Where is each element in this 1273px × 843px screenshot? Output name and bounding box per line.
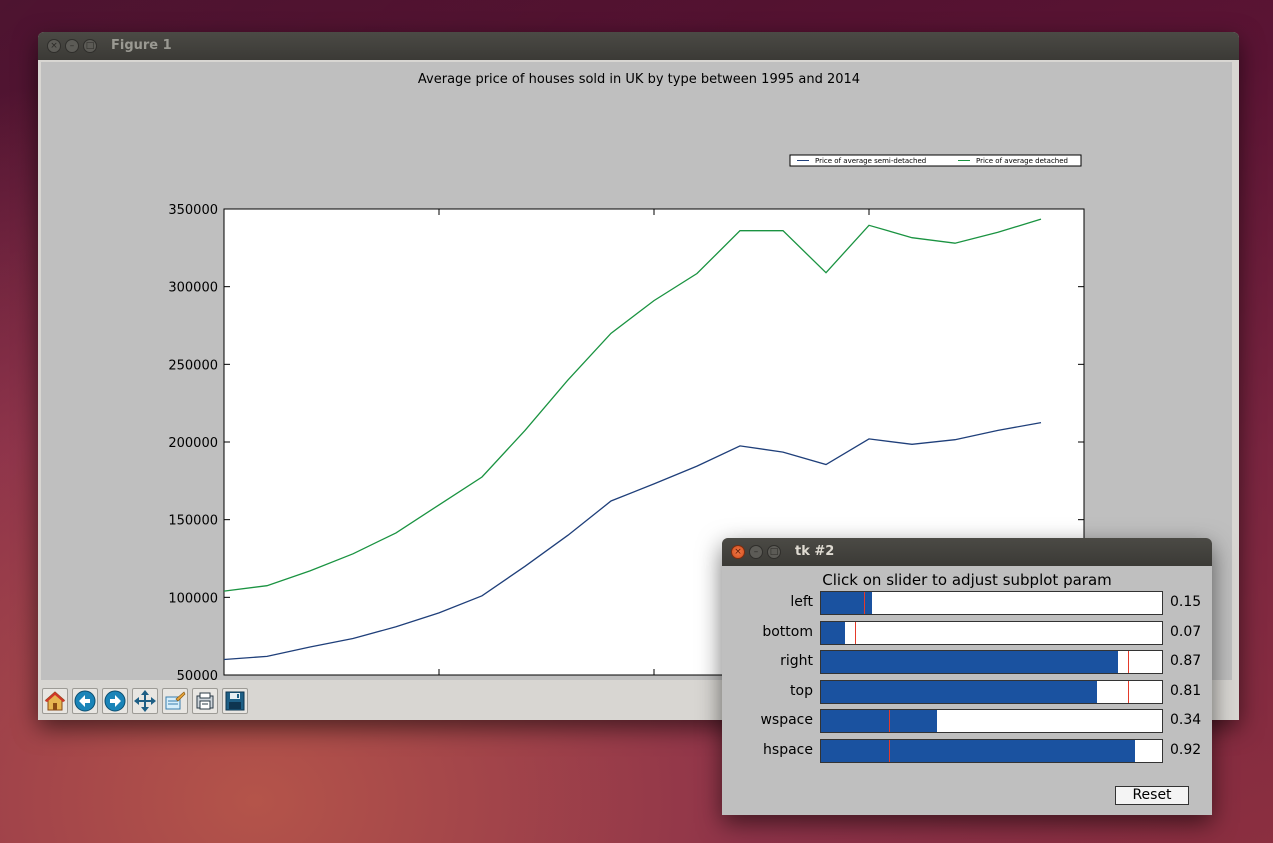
- figure-window-title: Figure 1: [111, 38, 172, 53]
- slider-label: top: [790, 682, 813, 699]
- arrow-right-icon: [104, 690, 126, 712]
- slider-value: 0.15: [1170, 594, 1202, 610]
- subplots-icon: [196, 692, 214, 710]
- slider-top[interactable]: [820, 679, 1163, 704]
- slider-left[interactable]: [820, 591, 1163, 615]
- y-tick-label: 150000: [168, 514, 218, 529]
- slider-right[interactable]: [820, 650, 1163, 674]
- slider-initial-marker: [889, 739, 891, 762]
- slider-label: hspace: [763, 741, 813, 758]
- slider-fill: [821, 680, 1098, 703]
- slider-label: left: [790, 594, 813, 610]
- y-tick-label: 350000: [168, 203, 218, 218]
- forward-button[interactable]: [102, 688, 128, 714]
- slider-row-left: left 0.15: [725, 591, 1209, 615]
- maximize-window-icon[interactable]: □: [767, 545, 781, 559]
- slider-initial-marker: [1127, 651, 1129, 673]
- slider-value: 0.92: [1170, 741, 1202, 758]
- slider-row-top: top 0.81: [725, 679, 1209, 704]
- save-button[interactable]: [222, 688, 248, 714]
- y-tick-label: 100000: [168, 591, 218, 606]
- slider-wspace[interactable]: [820, 709, 1163, 733]
- slider-value: 0.07: [1170, 623, 1202, 640]
- subplot-tool-window: × – □ tk #2 Click on slider to adjust su…: [722, 538, 1212, 815]
- slider-initial-marker: [889, 710, 891, 732]
- reset-button[interactable]: Reset: [1115, 786, 1189, 805]
- slider-hspace[interactable]: [820, 738, 1163, 763]
- slider-label: bottom: [762, 623, 813, 640]
- y-tick-label: 50000: [177, 669, 218, 680]
- slider-fill: [821, 651, 1118, 673]
- slider-value: 0.34: [1170, 712, 1202, 728]
- slider-bottom[interactable]: [820, 620, 1163, 645]
- slider-initial-marker: [863, 592, 865, 614]
- arrow-left-icon: [74, 690, 96, 712]
- slider-row-bottom: bottom 0.07: [725, 620, 1209, 645]
- slider-initial-marker: [855, 621, 857, 644]
- minimize-window-icon[interactable]: –: [65, 39, 79, 53]
- zoom-button[interactable]: [162, 688, 188, 714]
- home-button[interactable]: [42, 688, 68, 714]
- slider-row-hspace: hspace 0.92: [725, 738, 1209, 763]
- slider-fill: [821, 621, 845, 644]
- slider-fill: [821, 739, 1135, 762]
- subplot-window-title: tk #2: [795, 544, 835, 559]
- minimize-window-icon[interactable]: –: [749, 545, 763, 559]
- close-window-icon[interactable]: ×: [731, 545, 745, 559]
- slider-label: wspace: [760, 712, 813, 728]
- subplot-tool-heading: Click on slider to adjust subplot param: [822, 571, 1112, 589]
- subplot-tool-canvas: Click on slider to adjust subplot param …: [725, 568, 1209, 812]
- floppy-disk-icon: [225, 691, 245, 711]
- legend-label: Price of average semi-detached: [815, 157, 926, 165]
- subplots-button[interactable]: [192, 688, 218, 714]
- slider-row-wspace: wspace 0.34: [725, 709, 1209, 733]
- y-tick-label: 250000: [168, 358, 218, 373]
- figure-titlebar[interactable]: × – □ Figure 1: [38, 32, 1239, 60]
- slider-label: right: [780, 653, 813, 669]
- chart-legend: Price of average semi-detached Price of a…: [789, 154, 1082, 167]
- maximize-window-icon[interactable]: □: [83, 39, 97, 53]
- slider-row-right: right 0.87: [725, 650, 1209, 674]
- y-tick-label: 200000: [168, 436, 218, 451]
- back-button[interactable]: [72, 688, 98, 714]
- home-icon: [44, 691, 66, 711]
- pan-button[interactable]: [132, 688, 158, 714]
- subplot-titlebar[interactable]: × – □ tk #2: [722, 538, 1212, 566]
- zoom-rect-icon: [165, 691, 186, 710]
- slider-value: 0.87: [1170, 653, 1202, 669]
- y-tick-label: 300000: [168, 281, 218, 296]
- slider-fill: [821, 710, 937, 732]
- close-window-icon[interactable]: ×: [47, 39, 61, 53]
- slider-initial-marker: [1127, 680, 1129, 703]
- move-icon: [134, 690, 156, 712]
- slider-value: 0.81: [1170, 682, 1202, 699]
- chart-title: Average price of houses sold in UK by ty…: [418, 72, 860, 87]
- legend-label: Price of average detached: [976, 157, 1068, 165]
